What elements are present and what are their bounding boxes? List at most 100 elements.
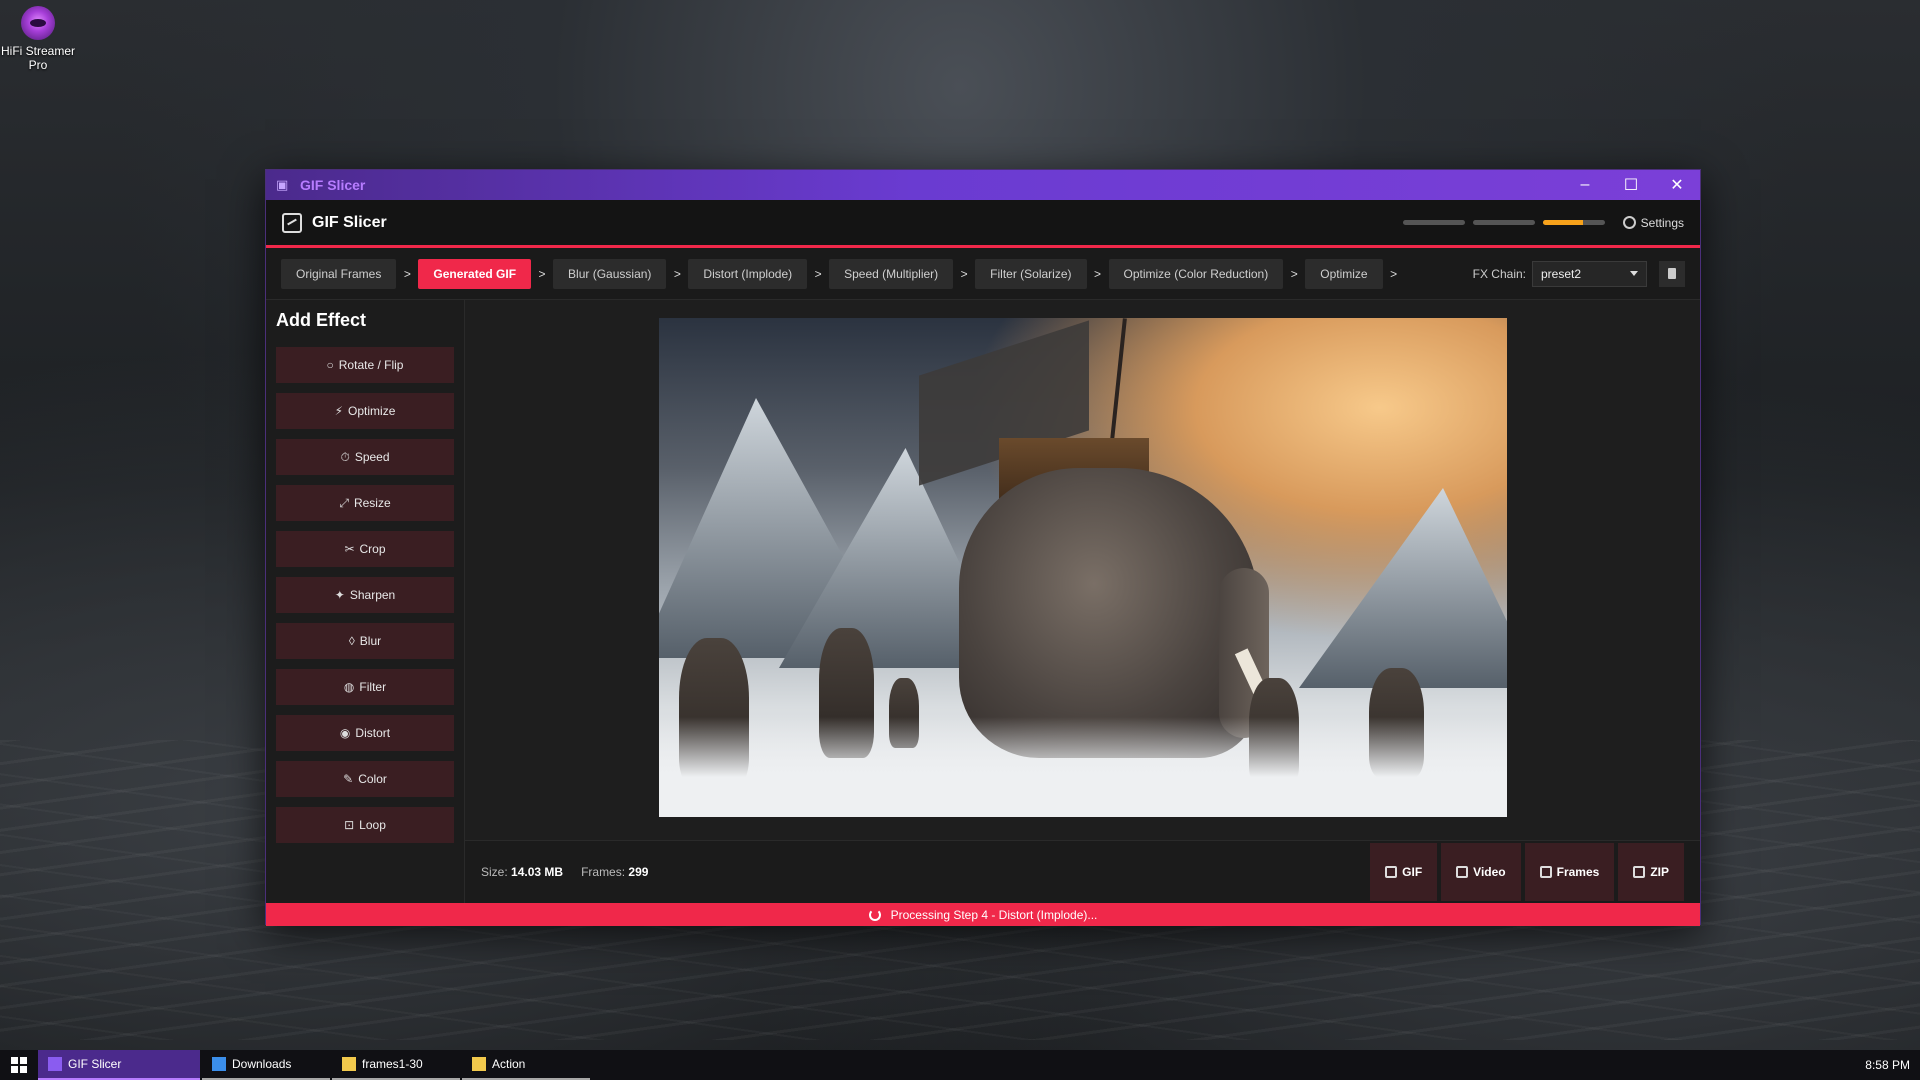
taskbar-item-label: frames1-30 [362,1057,423,1071]
window-title: GIF Slicer [300,177,366,193]
app-header: GIF Slicer Settings [266,200,1700,248]
taskbar-item[interactable]: GIF Slicer [38,1050,200,1080]
effect-button[interactable]: ⚡ Optimize [276,393,454,429]
maximize-button[interactable]: ☐ [1608,170,1654,200]
gear-icon [1622,216,1636,229]
download-zip-button[interactable]: ZIP [1618,843,1684,901]
brush-icon: ✎ [343,772,354,786]
download-arrow-icon [212,1057,226,1071]
effect-button[interactable]: ◍ Filter [276,669,454,705]
close-button[interactable]: ✕ [1654,170,1700,200]
video-icon [1456,866,1469,878]
loop-icon: ⊡ [344,818,355,832]
effect-button[interactable]: ⤢ Resize [276,485,454,521]
windows-logo-icon [11,1057,27,1073]
step-separator: > [1290,266,1298,281]
download-gif-button[interactable]: GIF [1370,843,1438,901]
taskbar-item-label: Action [492,1057,526,1071]
preview-area: Size: 14.03 MB Frames: 299 GIF Video Frame… [465,300,1700,903]
effect-button[interactable]: ✦ Sharpen [276,577,454,613]
settings-button[interactable]: Settings [1622,216,1684,230]
fx-chain-label: FX Chain: [1472,266,1526,281]
pipeline-bar: Original Frames > Generated GIF > Blur (Gaus… [266,248,1700,300]
pipeline-step[interactable]: Filter (Solarize) [975,258,1087,289]
hifi-streamer-icon [21,6,55,40]
effect-label: Loop [359,818,386,832]
effect-button[interactable]: ✂ Crop [276,531,454,567]
taskbar: GIF Slicer Downloads frames1-30 Action 8:58… [0,1050,1920,1080]
step-separator: > [1390,266,1398,281]
pipeline-step[interactable]: Generated GIF [418,258,532,289]
effect-button[interactable]: ◊ Blur [276,623,454,659]
download-buttons: GIF Video Frames ZIP [1366,843,1684,901]
effect-label: Blur [359,634,382,648]
pipeline-step[interactable]: Original Frames [281,258,397,289]
download-label: GIF [1402,865,1423,879]
info-bar: Size: 14.03 MB Frames: 299 GIF Video Frame… [465,840,1700,903]
app-icon: ▣ [276,177,289,192]
folder-icon [472,1057,486,1071]
fx-chain: FX Chain: preset2 [1472,260,1685,287]
crop-icon: ✂ [344,542,355,556]
taskbar-item-label: Downloads [232,1057,292,1071]
rotate-icon: ○ [326,358,334,372]
start-button[interactable] [0,1050,38,1080]
archive-icon [1633,866,1646,878]
sharpen-icon: ✦ [334,588,345,602]
app-window: ▣ GIF Slicer – ☐ ✕ GIF Slicer Settings O… [265,169,1701,926]
download-label: Video [1473,865,1506,879]
trash-icon [1668,268,1676,279]
effect-label: Distort [355,726,391,740]
desktop-icon-label: HiFi Streamer Pro [0,44,75,72]
taskbar-items: GIF Slicer Downloads frames1-30 Action [38,1050,592,1080]
effect-label: Speed [354,450,390,464]
frames-value: 299 [628,865,649,879]
effect-button[interactable]: ✎ Color [276,761,454,797]
download-video-button[interactable]: Video [1441,843,1521,901]
pipeline-step[interactable]: Optimize (Color Reduction) [1108,258,1284,289]
taskbar-item[interactable]: frames1-30 [332,1050,460,1080]
pipeline-steps: Original Frames > Generated GIF > Blur (Gaus… [281,258,1405,289]
desktop-icon-hifi-streamer[interactable]: HiFi Streamer Pro [0,6,76,72]
gif-preview-image [659,318,1507,817]
app-name: GIF Slicer [312,213,387,231]
delete-preset-button[interactable] [1659,260,1685,287]
effect-label: Color [358,772,387,786]
pipeline-step[interactable]: Blur (Gaussian) [553,258,667,289]
effect-label: Filter [359,680,387,694]
taskbar-item-label: GIF Slicer [68,1057,122,1071]
effect-button[interactable]: ◉ Distort [276,715,454,751]
taskbar-item[interactable]: Downloads [202,1050,330,1080]
download-label: Frames [1556,865,1600,879]
download-label: ZIP [1650,865,1669,879]
step-separator: > [403,266,411,281]
logo-icon [282,212,302,233]
chevron-down-icon [1630,271,1638,276]
step-separator: > [960,266,968,281]
pipeline-step[interactable]: Speed (Multiplier) [829,258,954,289]
progress-indicator [1395,220,1605,225]
frames-info: Frames: 299 [581,865,648,879]
pipeline-step[interactable]: Distort (Implode) [688,258,808,289]
status-bar: Processing Step 4 - Distort (Implode)... [266,903,1700,926]
progress-segment [1472,220,1535,225]
effect-label: Sharpen [349,588,396,602]
workspace: Add Effect ○ Rotate / Flip ⚡ Optimize ⏱ Speed… [266,300,1700,903]
droplet-icon: ◊ [348,634,355,648]
pipeline-step[interactable]: Optimize [1305,258,1383,289]
image-icon [1539,866,1552,878]
status-text: Processing Step 4 - Distort (Implode)... [890,907,1098,922]
download-frames-button[interactable]: Frames [1524,843,1615,901]
effect-button[interactable]: ⊡ Loop [276,807,454,843]
taskbar-item[interactable]: Action [462,1050,590,1080]
frames-label: Frames: [581,865,626,879]
effect-label: Rotate / Flip [338,358,404,372]
title-bar[interactable]: ▣ GIF Slicer – ☐ ✕ [266,170,1700,200]
fx-chain-select[interactable]: preset2 [1532,260,1647,287]
progress-segment [1402,220,1465,225]
size-value: 14.03 MB [511,865,564,879]
effect-button[interactable]: ○ Rotate / Flip [276,347,454,383]
step-separator: > [814,266,822,281]
minimize-button[interactable]: – [1562,170,1608,200]
effect-button[interactable]: ⏱ Speed [276,439,454,475]
